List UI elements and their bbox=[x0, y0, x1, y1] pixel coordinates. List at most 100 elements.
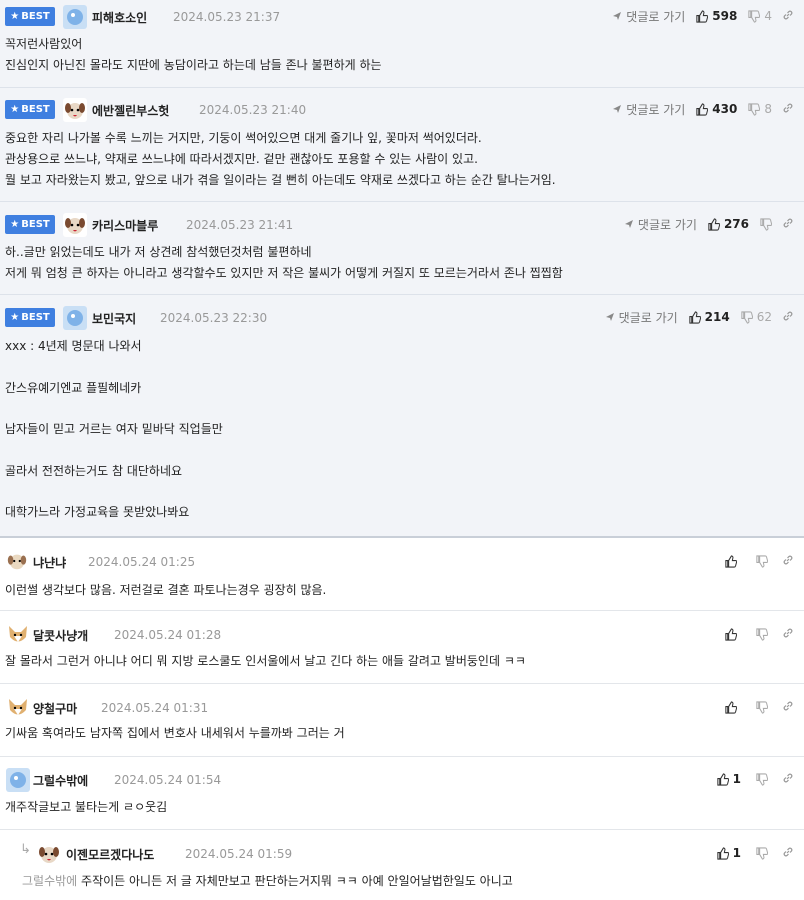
share-link-icon[interactable] bbox=[782, 772, 794, 787]
timestamp: 2024.05.24 01:59 bbox=[185, 847, 293, 861]
upvote-button[interactable]: 1 bbox=[716, 772, 741, 786]
go-to-reply-link[interactable]: 댓글로 가기 bbox=[605, 309, 678, 326]
comment-actions: 1 bbox=[716, 770, 794, 788]
reply-comment: ↳ 이젠모르겠다나도 2024.05.24 01:59 1 그럴수밖에 주작이든… bbox=[0, 830, 804, 900]
downvote-button[interactable] bbox=[755, 700, 768, 714]
thumbs-up-icon bbox=[716, 772, 729, 786]
avatar[interactable] bbox=[63, 213, 87, 237]
arrow-icon bbox=[605, 313, 614, 321]
upvote-button[interactable] bbox=[724, 700, 737, 714]
avatar[interactable] bbox=[6, 550, 28, 572]
share-link-icon[interactable] bbox=[782, 102, 794, 117]
upvote-button[interactable]: 214 bbox=[688, 310, 730, 324]
upvote-button[interactable]: 1 bbox=[716, 846, 741, 860]
avatar[interactable] bbox=[63, 306, 87, 330]
downvote-button[interactable] bbox=[755, 554, 768, 568]
timestamp: 2024.05.24 01:31 bbox=[101, 701, 209, 715]
nickname[interactable]: 피해호소인 bbox=[92, 9, 147, 26]
go-to-reply-link[interactable]: 댓글로 가기 bbox=[612, 8, 685, 25]
comment-actions: 댓글로 가기 276 bbox=[624, 215, 794, 233]
arrow-icon bbox=[624, 220, 633, 228]
downvote-button[interactable]: 8 bbox=[747, 102, 772, 116]
nickname[interactable]: 달콧사냥개 bbox=[33, 627, 88, 644]
thumbs-up-icon bbox=[689, 310, 701, 324]
go-to-reply-link[interactable]: 댓글로 가기 bbox=[612, 101, 685, 118]
nickname[interactable]: 이젠모르겠다나도 bbox=[66, 846, 154, 863]
avatar[interactable] bbox=[6, 623, 30, 647]
share-link-icon[interactable] bbox=[782, 217, 794, 232]
thumbs-down-icon bbox=[760, 217, 772, 231]
comment-actions bbox=[724, 552, 794, 570]
thumbs-up-icon bbox=[725, 554, 737, 568]
downvote-button[interactable]: 4 bbox=[747, 9, 772, 23]
thumbs-down-icon bbox=[741, 310, 753, 324]
timestamp: 2024.05.23 21:40 bbox=[199, 103, 307, 117]
upvote-button[interactable]: 598 bbox=[695, 9, 737, 23]
nickname[interactable]: 에반젤린부스헛 bbox=[92, 102, 169, 119]
share-link-icon[interactable] bbox=[782, 846, 794, 861]
comment-text: xxx : 4년제 명문대 나와서 간스유예기엔교 플필헤네카 남자들이 믿고 … bbox=[5, 339, 223, 520]
comment-best-4: ★ BEST 보민국지 2024.05.23 22:30 댓글로 가기 214 6… bbox=[0, 295, 804, 538]
comment-best-1: ★ BEST 피해호소인 2024.05.23 21:37 댓글로 가기 598 … bbox=[0, 0, 804, 88]
arrow-icon bbox=[613, 12, 622, 20]
nickname[interactable]: 카리스마블루 bbox=[92, 217, 158, 234]
comment-actions: 댓글로 가기 598 4 bbox=[612, 7, 794, 25]
thumbs-up-icon bbox=[716, 846, 729, 860]
go-to-reply-link[interactable]: 댓글로 가기 bbox=[624, 216, 697, 233]
thumbs-up-icon bbox=[708, 217, 720, 231]
avatar[interactable] bbox=[63, 5, 87, 29]
avatar[interactable] bbox=[63, 98, 87, 122]
thumbs-up-icon bbox=[725, 700, 737, 714]
upvote-button[interactable]: 430 bbox=[695, 102, 737, 116]
nickname[interactable]: 보민국지 bbox=[92, 310, 136, 327]
share-link-icon[interactable] bbox=[782, 554, 794, 569]
share-link-icon[interactable] bbox=[782, 310, 794, 325]
comment-best-2: ★ BEST 에반젤린부스헛 2024.05.23 21:40 댓글로 가기 43… bbox=[0, 88, 804, 202]
timestamp: 2024.05.24 01:25 bbox=[88, 555, 196, 569]
comment-actions bbox=[724, 698, 794, 716]
comment-best-3: ★ BEST 카리스마블루 2024.05.23 21:41 댓글로 가기 276… bbox=[0, 202, 804, 295]
comment-text: 기싸움 혹여라도 남자쪽 집에서 변호사 내세워서 누를까봐 그러는 거 bbox=[5, 726, 345, 740]
downvote-button[interactable] bbox=[755, 627, 768, 641]
comment-text: 그럴수밖에 주작이든 아니든 저 글 자체만보고 판단하는거지뭐 ㅋㅋ 아예 안… bbox=[22, 874, 513, 888]
comment-text: 중요한 자리 나가볼 수록 느끼는 거지만, 기둥이 썩어있으면 대게 줄기나 … bbox=[5, 131, 556, 187]
comment-text: 개주작글보고 불타는게 ㄹㅇ웃김 bbox=[5, 800, 168, 814]
share-link-icon[interactable] bbox=[782, 627, 794, 642]
share-link-icon[interactable] bbox=[782, 700, 794, 715]
avatar[interactable] bbox=[37, 842, 61, 866]
arrow-icon bbox=[613, 105, 622, 113]
comment-text: 이런썰 생각보다 많음. 저런걸로 결혼 파토나는경우 굉장히 많음. bbox=[5, 583, 327, 597]
comment-text: 하..글만 읽었는데도 내가 저 상견례 참석했던것처럼 불편하네 저게 뭐 엄청… bbox=[5, 245, 563, 280]
star-icon: ★ bbox=[10, 219, 20, 230]
thumbs-down-icon bbox=[756, 700, 768, 714]
thumbs-down-icon bbox=[756, 772, 768, 786]
thumbs-up-icon bbox=[696, 9, 709, 23]
comment-actions: 1 bbox=[716, 844, 794, 862]
thumbs-up-icon bbox=[725, 627, 737, 641]
comment-actions: 댓글로 가기 430 8 bbox=[612, 100, 794, 118]
downvote-button[interactable] bbox=[759, 217, 772, 231]
nickname[interactable]: 양철구마 bbox=[33, 700, 77, 717]
upvote-button[interactable] bbox=[724, 627, 737, 641]
timestamp: 2024.05.24 01:54 bbox=[114, 773, 222, 787]
timestamp: 2024.05.23 22:30 bbox=[160, 311, 268, 325]
share-link-icon[interactable] bbox=[782, 9, 794, 24]
nickname[interactable]: 냐냔냐 bbox=[33, 554, 66, 571]
downvote-button[interactable] bbox=[755, 772, 768, 786]
thumbs-down-icon bbox=[756, 627, 768, 641]
reply-target-nickname[interactable]: 그럴수밖에 bbox=[22, 874, 77, 888]
star-icon: ★ bbox=[10, 312, 20, 323]
timestamp: 2024.05.24 01:28 bbox=[114, 628, 222, 642]
downvote-button[interactable] bbox=[755, 846, 768, 860]
upvote-button[interactable] bbox=[724, 554, 737, 568]
comment-actions bbox=[724, 625, 794, 643]
star-icon: ★ bbox=[10, 104, 20, 115]
best-badge: ★ BEST bbox=[5, 100, 55, 119]
best-badge: ★ BEST bbox=[5, 7, 55, 26]
downvote-button[interactable]: 62 bbox=[740, 310, 772, 324]
upvote-button[interactable]: 276 bbox=[707, 217, 749, 231]
comment-text: 잘 몰라서 그런거 아니냐 어디 뭐 지방 로스쿨도 인서울에서 날고 긴다 하… bbox=[5, 654, 526, 668]
nickname[interactable]: 그럴수밖에 bbox=[33, 772, 88, 789]
avatar[interactable] bbox=[6, 696, 30, 720]
avatar[interactable] bbox=[6, 768, 30, 792]
